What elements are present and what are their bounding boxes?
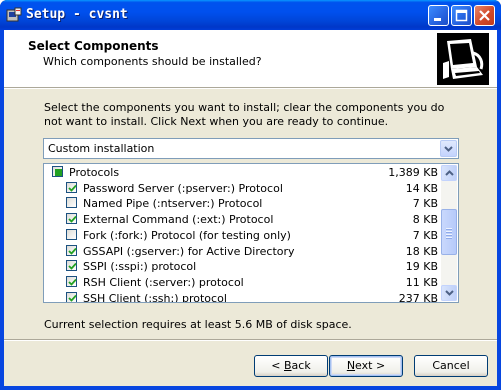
dropdown-button[interactable] (440, 140, 457, 157)
component-size: 14 KB (405, 181, 438, 195)
component-row[interactable]: GSSAPI (:gserver:) for Active Directory 1… (44, 243, 442, 259)
instructions-text: Select the components you want to instal… (44, 101, 445, 128)
footer-divider-highlight (4, 340, 497, 341)
component-label: RSH Client (:server:) protocol (83, 275, 244, 289)
component-checkbox[interactable] (52, 166, 63, 177)
disk-space-text: Current selection requires at least 5.6 … (44, 318, 352, 331)
component-row[interactable]: SSPI (:sspi:) protocol 19 KB (44, 258, 442, 274)
vertical-scrollbar[interactable] (441, 165, 457, 301)
components-list[interactable]: Protocols 1,389 KB Password Server (:pserv… (43, 163, 459, 303)
component-size: 237 KB (398, 291, 438, 303)
dialog-client-area: Select Components Which components shoul… (4, 30, 497, 386)
next-button-mnemonic: N (346, 359, 356, 372)
component-checkbox[interactable] (66, 275, 77, 287)
component-label: SSH Client (:ssh:) protocol (83, 291, 227, 303)
chevron-up-icon (445, 170, 454, 176)
back-button-prefix: < (271, 359, 284, 372)
checkmark-icon (68, 278, 77, 286)
component-label: SSPI (:sspi:) protocol (83, 260, 197, 274)
checkmark-icon (68, 215, 77, 223)
component-row[interactable]: Named Pipe (:ntserver:) Protocol 7 KB (44, 195, 442, 211)
window-title: Setup - cvsnt (26, 7, 128, 22)
component-label: Password Server (:pserver:) Protocol (83, 181, 283, 195)
install-type-dropdown[interactable]: Custom installation (43, 138, 459, 159)
checkmark-icon (68, 247, 77, 255)
component-checkbox[interactable] (66, 228, 77, 240)
component-size: 8 KB (412, 213, 438, 227)
title-bar[interactable]: Setup - cvsnt (0, 0, 501, 30)
component-label: External Command (:ext:) Protocol (83, 213, 274, 227)
component-label: Protocols (69, 166, 120, 179)
header-divider-highlight (4, 88, 497, 89)
component-label: Named Pipe (:ntserver:) Protocol (83, 197, 263, 211)
window-frame-right (497, 30, 501, 390)
back-button[interactable]: < Back (254, 355, 328, 377)
component-size: 11 KB (405, 275, 438, 289)
page-subtitle: Which components should be installed? (43, 55, 262, 68)
install-type-selected: Custom installation (48, 142, 155, 155)
component-checkbox[interactable] (66, 181, 77, 193)
component-checkbox[interactable] (66, 260, 77, 272)
page-title: Select Components (28, 39, 159, 53)
component-size: 1,389 KB (388, 166, 438, 179)
maximize-button[interactable] (451, 5, 472, 26)
setup-app-icon (6, 7, 22, 22)
component-row[interactable]: Password Server (:pserver:) Protocol 14 K… (44, 180, 442, 196)
scroll-thumb[interactable] (441, 209, 457, 255)
scroll-down-button[interactable] (441, 285, 457, 301)
checkmark-icon (68, 263, 77, 270)
component-checkbox[interactable] (66, 213, 77, 225)
checkmark-icon (68, 184, 77, 192)
chevron-down-icon (445, 290, 454, 296)
computer-install-icon (437, 33, 489, 85)
setup-window: Setup - cvsnt Select Components Which co… (0, 0, 501, 390)
component-row[interactable]: Fork (:fork:) Protocol (for testing only… (44, 227, 442, 243)
cancel-button-label: Cancel (432, 359, 470, 372)
component-size: 18 KB (405, 244, 438, 258)
window-frame-bottom (0, 386, 501, 390)
partial-check-icon (55, 169, 62, 176)
component-row[interactable]: External Command (:ext:) Protocol 8 KB (44, 211, 442, 227)
component-checkbox[interactable] (66, 291, 77, 302)
back-button-label: ack (291, 359, 311, 372)
scroll-up-button[interactable] (441, 165, 457, 181)
next-button-label: ext > (355, 359, 386, 372)
cancel-button[interactable]: Cancel (414, 355, 488, 377)
component-label: Fork (:fork:) Protocol (for testing only… (83, 228, 291, 242)
component-size: 7 KB (412, 197, 438, 211)
chevron-down-icon (444, 146, 453, 152)
component-row[interactable]: RSH Client (:server:) protocol 11 KB (44, 274, 442, 290)
minimize-button[interactable] (428, 5, 449, 26)
next-button[interactable]: Next > (329, 355, 403, 377)
close-button[interactable] (474, 5, 495, 26)
wizard-header: Select Components Which components shoul… (4, 30, 497, 87)
component-checkbox[interactable] (66, 197, 77, 209)
close-icon (479, 10, 490, 21)
component-row[interactable]: Protocols 1,389 KB (44, 164, 442, 180)
component-size: 7 KB (412, 228, 438, 242)
component-size: 19 KB (405, 260, 438, 274)
minimize-icon (434, 18, 441, 21)
component-checkbox[interactable] (66, 244, 77, 256)
component-row[interactable]: SSH Client (:ssh:) protocol 237 KB (44, 290, 442, 303)
back-button-mnemonic: B (284, 359, 292, 372)
checkmark-icon (68, 294, 77, 302)
component-label: GSSAPI (:gserver:) for Active Directory (83, 244, 295, 258)
maximize-icon (455, 9, 468, 22)
